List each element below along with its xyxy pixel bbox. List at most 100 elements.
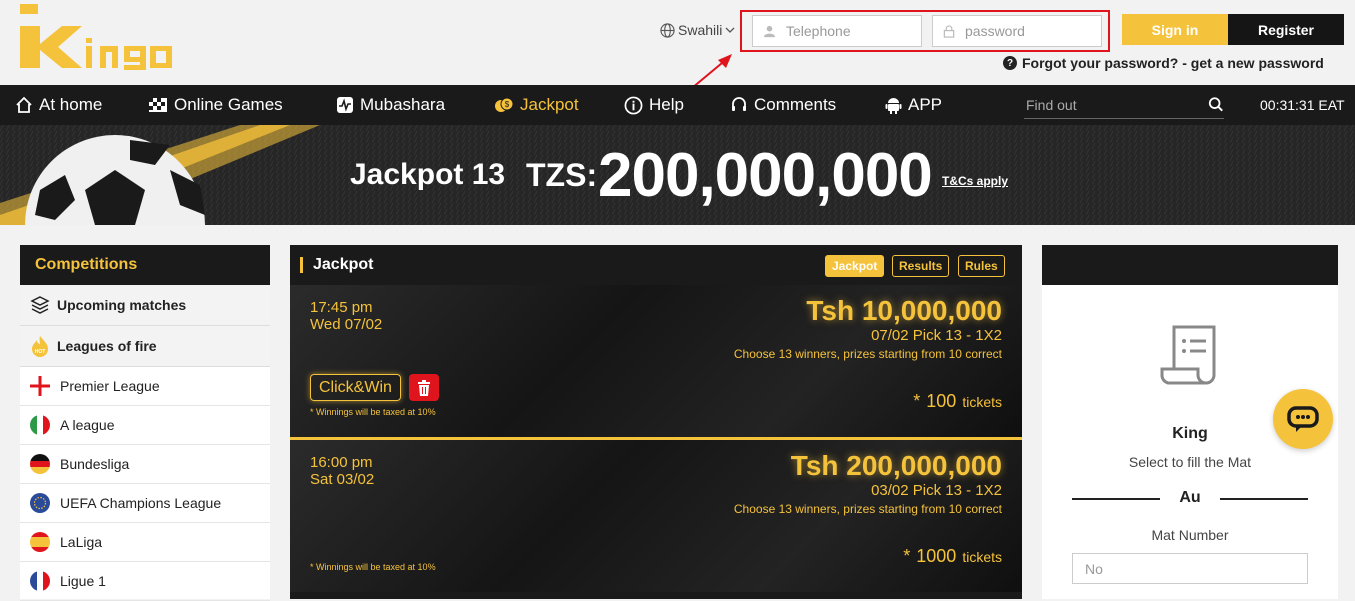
tax-note: * Winnings will be taxed at 10% bbox=[310, 562, 436, 572]
android-icon bbox=[885, 98, 902, 114]
jackpot-banner[interactable]: Jackpot 13 TZS: 200,000,000 T&Cs apply bbox=[0, 125, 1355, 225]
sidebar-cat-label: Leagues of fire bbox=[57, 338, 157, 354]
password-field[interactable] bbox=[932, 15, 1102, 47]
match-datetime: 16:00 pm Sat 03/02 bbox=[310, 454, 374, 488]
pick-label: 07/02 Pick 13 - 1X2 bbox=[871, 327, 1002, 344]
login-highlight-box bbox=[740, 10, 1110, 52]
tax-note: * Winnings will be taxed at 10% bbox=[310, 407, 436, 417]
banner-currency: TZS: bbox=[526, 156, 598, 193]
headset-icon bbox=[732, 97, 746, 111]
sidebar-item-laliga[interactable]: LaLiga bbox=[20, 523, 270, 562]
sidebar-item-bundesliga[interactable]: Bundesliga bbox=[20, 445, 270, 484]
prize-amount: Tsh 10,000,000 bbox=[806, 295, 1002, 326]
tab-results[interactable]: Results bbox=[892, 255, 950, 277]
league-label: LaLiga bbox=[60, 534, 103, 550]
prize-amount: Tsh 200,000,000 bbox=[790, 450, 1002, 481]
star-icon: * bbox=[903, 546, 911, 566]
layers-icon bbox=[30, 296, 50, 314]
nav-item-help[interactable]: Help bbox=[624, 85, 684, 125]
italy-flag-icon bbox=[30, 415, 50, 435]
language-selector[interactable]: Swahili bbox=[660, 22, 735, 38]
document-icon bbox=[1160, 325, 1216, 385]
nav-item-online-games[interactable]: Online Games bbox=[148, 85, 283, 125]
banner-title: Jackpot 13 bbox=[350, 158, 506, 191]
nav-item-home[interactable]: At home bbox=[15, 85, 102, 125]
sidebar-title: Competitions bbox=[20, 245, 270, 285]
delete-button[interactable] bbox=[409, 374, 439, 401]
football-icon bbox=[25, 135, 205, 225]
ticket-count: * 100 tickets bbox=[913, 391, 1002, 412]
league-label: UEFA Champions League bbox=[60, 495, 222, 511]
ticket-label: tickets bbox=[962, 394, 1002, 410]
search-icon[interactable] bbox=[1208, 96, 1224, 113]
main-nav: At home Online Games Mubashara $ Jackpot… bbox=[0, 85, 1355, 125]
germany-flag-icon bbox=[30, 454, 50, 474]
globe-icon bbox=[660, 22, 675, 38]
banner-amount: 200,000,000 bbox=[598, 140, 933, 210]
sign-in-button[interactable]: Sign in bbox=[1122, 14, 1228, 45]
chat-button[interactable] bbox=[1273, 389, 1333, 449]
sidebar-item-uefa-champions-league[interactable]: UEFA Champions League bbox=[20, 484, 270, 523]
sidebar-item-upcoming-matches[interactable]: Upcoming matches bbox=[20, 285, 270, 326]
star-icon: * bbox=[913, 391, 921, 411]
chat-bot-icon bbox=[1287, 406, 1319, 432]
ticket-number: 1000 bbox=[916, 546, 957, 566]
nav-label-online-games: Online Games bbox=[174, 95, 283, 114]
svg-text:$: $ bbox=[505, 100, 510, 109]
nav-label-home: At home bbox=[39, 95, 103, 114]
sidebar-item-ligue-1[interactable]: Ligue 1 bbox=[20, 562, 270, 601]
register-button[interactable]: Register bbox=[1228, 14, 1344, 45]
tc-link[interactable]: T&Cs apply bbox=[942, 131, 1008, 225]
choose-info: Choose 13 winners, prizes starting from … bbox=[733, 347, 1002, 361]
nav-label-jackpot: Jackpot bbox=[520, 95, 579, 114]
sidebar-item-a-league[interactable]: A league bbox=[20, 406, 270, 445]
match-time: 17:45 pm bbox=[310, 299, 373, 316]
match-datetime: 17:45 pm Wed 07/02 bbox=[310, 299, 382, 333]
search-box[interactable] bbox=[1024, 91, 1224, 119]
svg-text:HOT: HOT bbox=[35, 349, 46, 355]
tab-rules[interactable]: Rules bbox=[958, 255, 1005, 277]
king-logo[interactable] bbox=[20, 4, 180, 70]
mat-number-label: Mat Number bbox=[1151, 527, 1229, 543]
home-icon bbox=[16, 96, 32, 113]
chevron-down-icon bbox=[725, 27, 735, 33]
tab-jackpot[interactable]: Jackpot bbox=[825, 255, 885, 277]
competitions-sidebar: Competitions Upcoming matches HOT League… bbox=[20, 245, 270, 601]
lock-icon bbox=[943, 24, 955, 38]
nav-label-app: APP bbox=[908, 95, 943, 114]
spain-flag-icon bbox=[30, 532, 50, 552]
mat-number-field[interactable] bbox=[1072, 553, 1308, 584]
league-label: A league bbox=[60, 417, 115, 433]
sidebar-item-premier-league[interactable]: Premier League bbox=[20, 367, 270, 406]
search-input[interactable] bbox=[1024, 95, 1194, 114]
nav-item-jackpot[interactable]: $ Jackpot bbox=[494, 85, 579, 125]
nav-label-comments: Comments bbox=[754, 95, 837, 114]
telephone-field[interactable] bbox=[752, 15, 922, 47]
sidebar-item-leagues-of-fire[interactable]: HOT Leagues of fire bbox=[20, 326, 270, 367]
language-label: Swahili bbox=[678, 22, 723, 38]
flame-icon: HOT bbox=[32, 336, 48, 357]
england-flag-icon bbox=[30, 376, 50, 396]
jackpot-card[interactable]: 16:00 pm Sat 03/02 Tsh 200,000,000 03/02… bbox=[290, 440, 1022, 592]
nav-item-app[interactable]: APP bbox=[885, 85, 942, 125]
league-label: Ligue 1 bbox=[60, 573, 106, 589]
nav-item-mubashara[interactable]: Mubashara bbox=[336, 85, 445, 125]
telephone-input[interactable] bbox=[784, 22, 904, 40]
france-flag-icon bbox=[30, 571, 50, 591]
nav-item-comments[interactable]: Comments bbox=[730, 85, 836, 125]
title-accent-bar bbox=[300, 257, 303, 273]
pick-label: 03/02 Pick 13 - 1X2 bbox=[871, 482, 1002, 499]
jackpot-card[interactable]: 17:45 pm Wed 07/02 Tsh 10,000,000 07/02 … bbox=[290, 285, 1022, 437]
choose-info: Choose 13 winners, prizes starting from … bbox=[733, 502, 1002, 516]
user-icon bbox=[763, 25, 776, 37]
match-date: Sat 03/02 bbox=[310, 471, 375, 488]
league-label: Premier League bbox=[60, 378, 160, 394]
forgot-password-link[interactable]: ? Forgot your password? - get a new pass… bbox=[1003, 55, 1324, 71]
mat-number-input[interactable] bbox=[1083, 559, 1283, 578]
coins-icon: $ bbox=[495, 97, 514, 112]
checkered-flag-icon bbox=[149, 98, 167, 112]
click-win-button[interactable]: Click&Win bbox=[310, 374, 401, 401]
trash-icon bbox=[418, 379, 430, 396]
password-input[interactable] bbox=[963, 22, 1083, 40]
panel-title: Jackpot bbox=[313, 256, 374, 273]
